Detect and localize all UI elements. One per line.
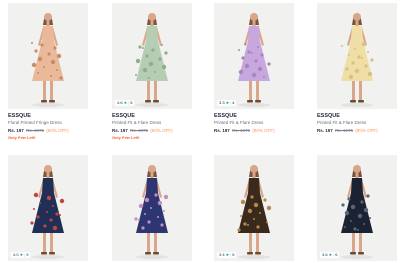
rating-divider: | (24, 252, 26, 257)
star-icon: ★ (123, 100, 128, 105)
product-photo[interactable]: 4.0 ★ | 9 (8, 155, 88, 261)
rating-value: 4.6 (117, 100, 123, 105)
selling-price: Rs. 197 (317, 128, 333, 133)
product-image (214, 3, 294, 109)
product-price: Rs. 197 Rs. 1975 (90% OFF) (8, 127, 88, 135)
original-price: Rs. 1975 (130, 128, 149, 133)
rating-count: 6 (335, 252, 338, 257)
product-photo[interactable] (112, 155, 192, 261)
product-photo[interactable] (317, 3, 397, 109)
discount-percent: (90% OFF) (46, 128, 69, 133)
rating-divider: | (230, 252, 232, 257)
rating-count: 5 (232, 252, 235, 257)
original-price: Rs. 1975 (26, 128, 45, 133)
product-description: Printed Fit & Flare Dress (214, 120, 264, 125)
star-icon: ★ (225, 100, 230, 105)
rating-badge: 4.6 ★ | 5 (115, 100, 135, 106)
rating-value: 3.3 (219, 100, 225, 105)
product-info: ESSQUE Printed Fit & Flare Dress Rs. 197… (214, 113, 294, 135)
product-grid: ESSQUE Floral Printed Fringe Dress Rs. 1… (0, 0, 400, 263)
product-photo[interactable]: 3.3 ★ | 4 (214, 3, 294, 109)
stock-note: Only Few Left! (112, 135, 140, 140)
product-photo[interactable] (8, 3, 88, 109)
discount-percent: (90% OFF) (355, 128, 378, 133)
product-price: Rs. 197 Rs. 1975 (90% OFF) (112, 127, 192, 135)
rating-badge: 3.3 ★ | 4 (217, 100, 237, 106)
product-image (112, 155, 192, 261)
stock-note: Only Few Left! (8, 135, 36, 140)
product-price: Rs. 197 Rs. 1975 (90% OFF) (317, 127, 397, 135)
star-icon: ★ (19, 252, 24, 257)
star-icon: ★ (225, 252, 230, 257)
rating-count: 5 (130, 100, 133, 105)
selling-price: Rs. 197 (214, 128, 230, 133)
rating-badge: 4.0 ★ | 9 (11, 252, 31, 258)
product-description: Floral Printed Fringe Dress (8, 120, 62, 125)
rating-value: 3.6 (322, 252, 328, 257)
product-image (214, 155, 294, 261)
discount-percent: (90% OFF) (252, 128, 275, 133)
rating-divider: | (128, 100, 130, 105)
product-price: Rs. 197 Rs. 1975 (90% OFF) (214, 127, 294, 135)
product-brand: ESSQUE (112, 113, 135, 119)
product-info: ESSQUE Printed Fit & Flare Dress Rs. 197… (112, 113, 192, 141)
product-info: ESSQUE Printed Fit & Flare Dress Rs. 197… (317, 113, 397, 135)
rating-divider: | (333, 252, 335, 257)
star-icon: ★ (328, 252, 333, 257)
product-brand: ESSQUE (214, 113, 237, 119)
product-info: ESSQUE Floral Printed Fringe Dress Rs. 1… (8, 113, 88, 141)
product-brand: ESSQUE (317, 113, 340, 119)
product-image (8, 155, 88, 261)
product-description: Printed Fit & Flare Dress (112, 120, 162, 125)
rating-divider: | (230, 100, 232, 105)
original-price: Rs. 1975 (335, 128, 354, 133)
rating-count: 9 (26, 252, 29, 257)
product-image (317, 3, 397, 109)
product-description: Printed Fit & Flare Dress (317, 120, 367, 125)
product-image (8, 3, 88, 109)
product-image (112, 3, 192, 109)
discount-percent: (90% OFF) (150, 128, 173, 133)
product-brand: ESSQUE (8, 113, 31, 119)
selling-price: Rs. 197 (8, 128, 24, 133)
rating-value: 4.0 (13, 252, 19, 257)
product-photo[interactable]: 4.6 ★ | 5 (112, 3, 192, 109)
original-price: Rs. 1975 (232, 128, 251, 133)
rating-badge: 3.6 ★ | 6 (320, 252, 340, 258)
rating-count: 4 (232, 100, 235, 105)
rating-value: 3.4 (219, 252, 225, 257)
product-image (317, 155, 397, 261)
rating-badge: 3.4 ★ | 5 (217, 252, 237, 258)
selling-price: Rs. 197 (112, 128, 128, 133)
product-photo[interactable]: 3.4 ★ | 5 (214, 155, 294, 261)
product-photo[interactable]: 3.6 ★ | 6 (317, 155, 397, 261)
